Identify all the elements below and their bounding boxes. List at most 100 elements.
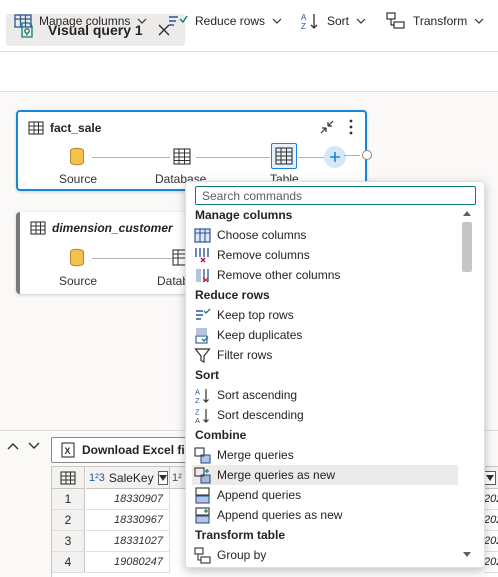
- table-cell[interactable]: 202: [484, 531, 498, 552]
- keep-duplicates-icon: [195, 327, 209, 344]
- chevron-down-icon: [356, 18, 366, 24]
- keep-top-rows-icon: [196, 308, 211, 320]
- menu-item-label: Remove other columns: [217, 268, 341, 282]
- node-title: fact_sale: [50, 121, 102, 135]
- menu-item-label: Choose columns: [217, 228, 307, 242]
- collapse-icon[interactable]: [319, 119, 335, 135]
- menu-item-label: Merge queries: [217, 448, 294, 462]
- table-cell[interactable]: 202: [484, 510, 498, 531]
- download-excel-button[interactable]: X Download Excel file: [51, 437, 201, 463]
- reduce-rows-button[interactable]: Reduce rows: [168, 10, 282, 32]
- menu-item-label: Append queries as new: [217, 508, 343, 522]
- column-header-right[interactable]: [484, 467, 498, 489]
- table-step-selected[interactable]: [271, 143, 297, 169]
- table-icon: [60, 470, 76, 485]
- menu-item-label: Keep duplicates: [217, 328, 303, 342]
- menu-item-filter-rows[interactable]: Filter rows: [192, 345, 458, 365]
- menu-item-keep-top-rows[interactable]: Keep top rows: [192, 305, 458, 325]
- row-number: 4: [52, 552, 85, 573]
- group-by-icon: [194, 546, 211, 564]
- more-options-icon[interactable]: [345, 118, 357, 136]
- menu-item-remove-columns[interactable]: Remove columns: [192, 245, 458, 265]
- scroll-up-arrow-icon[interactable]: [462, 209, 472, 217]
- menu-item-label: Filter rows: [217, 348, 273, 362]
- menu-item-keep-duplicates[interactable]: Keep duplicates: [192, 325, 458, 345]
- sort-button[interactable]: A Z Sort: [300, 10, 366, 32]
- excel-icon: X: [61, 442, 75, 458]
- column-header-next[interactable]: 1²: [170, 467, 186, 489]
- svg-text:A: A: [301, 13, 307, 22]
- menu-heading-sort: Sort: [195, 368, 219, 382]
- table-step-icon: [275, 147, 293, 165]
- caret-down-icon: [158, 474, 167, 481]
- column-header-label: SaleKey: [108, 470, 154, 485]
- menu-item-sort-descending[interactable]: Z A Sort descending: [192, 405, 458, 425]
- type-badge: 1²3: [89, 471, 105, 484]
- menu-item-sort-ascending[interactable]: A Z Sort ascending: [192, 385, 458, 405]
- step-label-source: Source: [59, 274, 98, 288]
- sort-icon: A Z: [301, 13, 318, 30]
- menu-item-choose-columns[interactable]: Choose columns: [192, 225, 458, 245]
- query-node-dimension-customer[interactable]: dimension_customer Source Datab: [16, 212, 189, 294]
- table-cell[interactable]: 202: [484, 552, 498, 573]
- remove-columns-icon: [195, 247, 209, 262]
- menu-item-merge-queries[interactable]: Merge queries: [192, 445, 458, 465]
- connector: [92, 258, 172, 259]
- menu-heading-combine: Combine: [195, 428, 247, 442]
- menu-item-label: Keep top rows: [217, 308, 294, 322]
- row-number: 1: [52, 489, 85, 510]
- database-step-icon[interactable]: [173, 148, 191, 165]
- transform-icon: [386, 12, 405, 29]
- query-node-fact-sale[interactable]: fact_sale Source Database Table: [16, 110, 367, 191]
- chevron-down-icon: [137, 18, 147, 24]
- manage-columns-button[interactable]: Manage columns: [14, 10, 147, 32]
- table-cell[interactable]: 18330907: [86, 489, 170, 510]
- column-filter-button[interactable]: [157, 470, 168, 485]
- chevron-down-icon[interactable]: [28, 441, 40, 451]
- menu-item-label: Sort ascending: [217, 388, 298, 402]
- transform-label: Transform: [413, 14, 468, 28]
- table-cell[interactable]: 18331027: [86, 531, 170, 552]
- table-cell[interactable]: 202: [484, 489, 498, 510]
- menu-item-append-queries-as-new[interactable]: Append queries as new: [192, 505, 458, 525]
- table-icon: [28, 121, 44, 135]
- output-port[interactable]: [362, 150, 372, 160]
- menu-item-label: Merge queries as new: [217, 468, 336, 482]
- caret-down-icon: [486, 474, 494, 481]
- menu-item-append-queries[interactable]: Append queries: [192, 485, 458, 505]
- node-title: dimension_customer: [52, 221, 173, 235]
- sort-label: Sort: [327, 14, 350, 28]
- type-badge: 1²: [172, 471, 182, 484]
- transform-button[interactable]: Transform: [386, 10, 484, 32]
- filter-icon: [194, 347, 211, 363]
- scrollbar-thumb[interactable]: [462, 222, 472, 272]
- chevron-up-icon[interactable]: [7, 441, 19, 451]
- menu-item-group-by[interactable]: Group by: [192, 545, 458, 565]
- table-cell[interactable]: 18330967: [86, 510, 170, 531]
- database-step-icon[interactable]: [172, 249, 186, 266]
- svg-text:A: A: [195, 416, 200, 424]
- search-commands-input[interactable]: [195, 186, 476, 205]
- merge-queries-as-new-icon: [194, 466, 211, 484]
- source-database-icon[interactable]: [69, 248, 85, 268]
- column-filter-button[interactable]: [484, 470, 496, 485]
- plus-icon: [330, 152, 340, 162]
- step-label-source: Source: [59, 172, 98, 186]
- append-queries-icon: [195, 486, 210, 504]
- svg-text:X: X: [65, 446, 71, 456]
- column-header-salekey[interactable]: 1²3 SaleKey: [86, 467, 170, 489]
- scroll-down-arrow-icon[interactable]: [462, 551, 472, 559]
- menu-item-merge-queries-as-new[interactable]: Merge queries as new: [192, 465, 458, 485]
- reduce-rows-icon: [169, 15, 188, 26]
- sort-ascending-icon: A Z: [195, 387, 209, 404]
- menu-item-remove-other-columns[interactable]: Remove other columns: [192, 265, 458, 285]
- connector: [196, 157, 270, 158]
- table-cell[interactable]: 19080247: [86, 552, 170, 573]
- menu-heading-transform-table: Transform table: [195, 528, 286, 542]
- menu-item-label: Remove columns: [217, 248, 310, 262]
- select-all-cell[interactable]: [52, 467, 85, 489]
- add-step-button[interactable]: [324, 146, 346, 168]
- source-database-icon[interactable]: [69, 147, 85, 167]
- menu-item-label: Sort descending: [217, 408, 304, 422]
- sort-descending-icon: Z A: [195, 407, 209, 424]
